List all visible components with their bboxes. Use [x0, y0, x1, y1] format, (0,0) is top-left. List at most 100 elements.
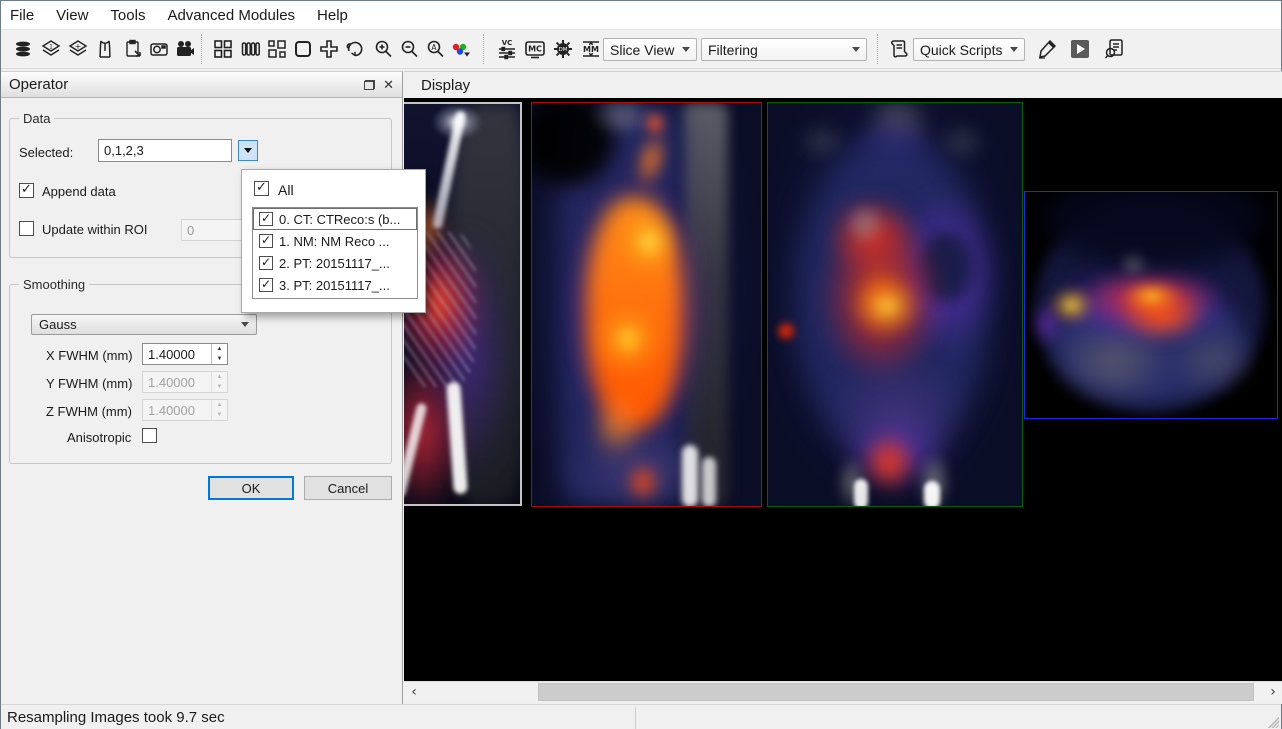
item-checkbox[interactable]: [259, 278, 273, 292]
menubar: File View Tools Advanced Modules Help: [1, 1, 1281, 29]
chevron-down-icon: [244, 148, 252, 153]
image-blob: [642, 109, 668, 137]
spin-up-icon[interactable]: ▲: [212, 344, 227, 354]
y-fwhm-label: Y FWHM (mm): [46, 376, 132, 391]
slice-view-combo[interactable]: Slice View: [603, 38, 697, 61]
clipboard-icon[interactable]: [119, 33, 147, 65]
zoom-auto-icon[interactable]: A: [421, 33, 449, 65]
smoothing-method-value: Gauss: [39, 317, 77, 332]
menu-help[interactable]: Help: [306, 1, 359, 29]
spin-buttons[interactable]: ▲▼: [211, 344, 227, 364]
resize-grip[interactable]: [1266, 715, 1279, 728]
z-fwhm-value: 1.40000: [143, 403, 211, 418]
y-fwhm-value: 1.40000: [143, 375, 211, 390]
list-item[interactable]: 3. PT: 20151117_...: [253, 274, 417, 296]
image-blob: [625, 461, 661, 503]
viewport-axial-fusion[interactable]: [1024, 191, 1278, 419]
spin-buttons: ▲▼: [211, 372, 227, 392]
image-blob: [796, 133, 988, 465]
script-log-icon[interactable]: [1101, 33, 1129, 65]
vc-controls-icon[interactable]: VC: [493, 33, 521, 65]
image-blob: [570, 431, 712, 507]
close-panel-icon[interactable]: ✕: [383, 80, 394, 90]
image-blob: [616, 206, 682, 278]
append-data-checkbox[interactable]: [19, 183, 34, 198]
item-checkbox[interactable]: [259, 212, 273, 226]
chevron-down-icon: [1010, 47, 1018, 52]
layers-one-icon[interactable]: 1: [37, 33, 65, 65]
item-checkbox[interactable]: [259, 234, 273, 248]
selected-dropdown-button[interactable]: [238, 140, 258, 161]
layout-cross-icon[interactable]: [315, 33, 343, 65]
video-camera-icon[interactable]: [171, 33, 199, 65]
menu-file[interactable]: File: [1, 1, 45, 29]
scroll-left-icon[interactable]: ‹: [404, 682, 424, 702]
image-blob: [774, 319, 798, 343]
float-panel-icon[interactable]: [364, 80, 375, 90]
chevron-down-icon: [241, 322, 249, 327]
edit-script-icon[interactable]: [1033, 33, 1061, 65]
svg-text:VC: VC: [502, 39, 513, 47]
operator-panel-title: Operator: [1, 76, 68, 93]
layout-columns-icon[interactable]: [237, 33, 265, 65]
menu-view[interactable]: View: [45, 1, 99, 29]
script-icon[interactable]: [885, 33, 913, 65]
dm-gear-icon[interactable]: DM: [549, 33, 577, 65]
status-message: Resampling Images took 9.7 sec: [1, 709, 225, 726]
layout-single-icon[interactable]: [289, 33, 317, 65]
update-roi-checkbox[interactable]: [19, 221, 34, 236]
spin-down-icon[interactable]: ▼: [212, 354, 227, 364]
x-fwhm-spinbox[interactable]: 1.40000 ▲▼: [142, 343, 228, 365]
layers-add-icon[interactable]: +: [64, 33, 92, 65]
svg-text:DM: DM: [559, 47, 568, 53]
mm-range-icon[interactable]: MM: [577, 33, 605, 65]
selected-input[interactable]: 0,1,2,3: [98, 139, 232, 162]
list-item[interactable]: 2. PT: 20151117_...: [253, 252, 417, 274]
chevron-down-icon: [852, 47, 860, 52]
display-horizontal-scrollbar[interactable]: ‹ ›: [404, 681, 1282, 701]
item-label: 3. PT: 20151117_...: [279, 278, 390, 293]
menu-advanced-modules[interactable]: Advanced Modules: [156, 1, 306, 29]
dataset-icon[interactable]: [9, 33, 37, 65]
all-checkbox[interactable]: [254, 181, 269, 196]
menu-tools[interactable]: Tools: [99, 1, 156, 29]
list-item[interactable]: 0. CT: CTReco:s (b...: [253, 208, 417, 230]
viewport-coronal-fusion[interactable]: [767, 102, 1023, 507]
mc-display-icon[interactable]: MC: [521, 33, 549, 65]
image-blob: [590, 391, 646, 463]
zoom-out-icon[interactable]: [395, 33, 423, 65]
image-blob: [587, 198, 682, 428]
svg-text:MM: MM: [583, 45, 599, 54]
layout-grid-icon[interactable]: [209, 33, 237, 65]
zoom-in-icon[interactable]: [369, 33, 397, 65]
filtering-combo[interactable]: Filtering: [701, 38, 867, 61]
image-blob: [432, 104, 482, 140]
camera-icon[interactable]: [145, 33, 173, 65]
cancel-button[interactable]: Cancel: [304, 476, 392, 500]
image-blob: [628, 126, 673, 194]
image-blob: [863, 102, 933, 157]
list-item[interactable]: 1. NM: NM Reco ...: [253, 230, 417, 252]
scroll-right-icon[interactable]: ›: [1263, 682, 1282, 702]
layout-mixed-icon[interactable]: [263, 33, 291, 65]
scrollbar-thumb[interactable]: [538, 683, 1254, 701]
spin-down-icon: ▼: [212, 382, 227, 392]
smoothing-method-combo[interactable]: Gauss: [31, 314, 257, 335]
quick-scripts-combo-value: Quick Scripts: [920, 42, 1002, 58]
selected-label: Selected:: [19, 145, 73, 160]
image-blob: [796, 121, 848, 163]
anisotropic-checkbox[interactable]: [142, 428, 157, 443]
image-blob: [1118, 286, 1205, 343]
ok-button[interactable]: OK: [208, 476, 294, 500]
quick-scripts-combo[interactable]: Quick Scripts: [913, 38, 1025, 61]
rotate-view-icon[interactable]: [341, 33, 369, 65]
display-canvas[interactable]: [404, 98, 1282, 681]
item-checkbox[interactable]: [259, 256, 273, 270]
svg-text:A: A: [431, 43, 437, 52]
viewport-sagittal-fusion[interactable]: [531, 102, 762, 507]
image-blob: [1048, 265, 1240, 342]
image-blob: [446, 382, 468, 495]
subject-icon[interactable]: [91, 33, 119, 65]
rgb-channels-icon[interactable]: [447, 33, 475, 65]
run-script-icon[interactable]: [1066, 33, 1094, 65]
